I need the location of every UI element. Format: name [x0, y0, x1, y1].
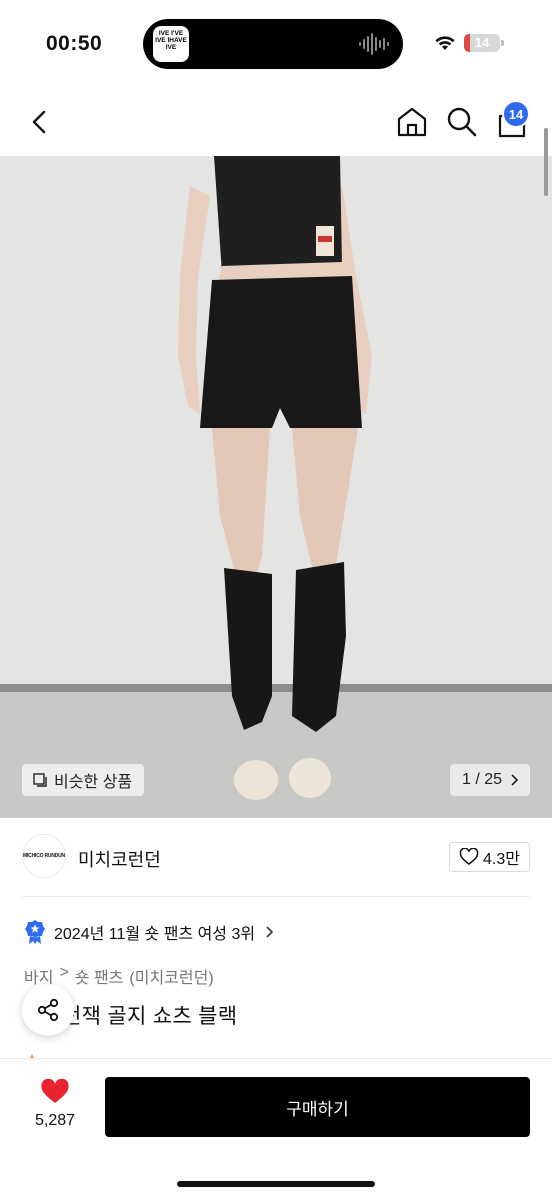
- wishlist-button[interactable]: 5,287: [24, 1078, 86, 1130]
- brand-like-count: 4.3만: [483, 851, 520, 868]
- chevron-right-icon: [266, 926, 274, 938]
- similar-products-label: 비슷한 상품: [54, 774, 133, 791]
- brand-name[interactable]: 미치코런던: [78, 846, 161, 872]
- brand-logo[interactable]: MICHICO RUNDUN: [22, 834, 66, 878]
- search-icon[interactable]: [444, 104, 480, 140]
- dynamic-island: IVE I'VE IVE IHAVE IVE: [143, 19, 403, 69]
- brand-like-button[interactable]: 4.3만: [449, 842, 530, 872]
- product-image[interactable]: [0, 156, 552, 818]
- battery-level: 14: [474, 35, 490, 50]
- battery-cap: [501, 40, 504, 46]
- wishlist-count: 5,287: [34, 1112, 76, 1129]
- heart-outline-icon: [459, 848, 479, 865]
- back-arrow-icon[interactable]: [24, 104, 56, 140]
- scrollbar[interactable]: [544, 128, 548, 196]
- similar-products-icon: [33, 773, 47, 787]
- wifi-icon: [435, 36, 455, 50]
- buy-button[interactable]: 구매하기: [105, 1077, 530, 1137]
- heart-filled-icon: [41, 1078, 69, 1103]
- share-button[interactable]: [22, 984, 74, 1036]
- home-indicator: [177, 1181, 375, 1187]
- image-page-count: 1 / 25: [461, 771, 503, 788]
- status-time: 00:50: [46, 32, 103, 55]
- status-bar: 00:50 IVE I'VE IVE IHAVE IVE 14: [0, 0, 552, 90]
- breadcrumb-subcategory[interactable]: 숏 팬츠: [75, 964, 124, 988]
- home-icon[interactable]: [394, 104, 430, 140]
- audio-waveform-icon: [359, 33, 389, 55]
- share-icon: [37, 998, 59, 1022]
- now-playing-artwork: IVE I'VE IVE IHAVE IVE: [153, 26, 189, 62]
- ranking-badge-icon: [25, 920, 45, 944]
- image-page-indicator[interactable]: 1 / 25: [450, 764, 530, 796]
- status-indicators: 14: [434, 34, 504, 52]
- product-title: 던잭 골지 쇼츠 블랙: [62, 1005, 238, 1028]
- cart-count-badge: 14: [502, 100, 530, 128]
- breadcrumb-separator: >: [59, 964, 69, 981]
- similar-products-button[interactable]: 비슷한 상품: [22, 764, 145, 796]
- chevron-right-icon: [511, 774, 519, 786]
- bottom-action-bar: 5,287 구매하기: [0, 1058, 552, 1200]
- brand-logo-text: MICHICO RUNDUN: [23, 853, 65, 859]
- breadcrumb-brand[interactable]: (미치코런던): [129, 964, 213, 988]
- top-navigation: [0, 90, 552, 156]
- brand-row[interactable]: MICHICO RUNDUN 미치코런던 4.3만: [22, 834, 530, 880]
- section-divider: [22, 896, 530, 897]
- battery-icon: 14: [464, 34, 504, 52]
- product-photo: [0, 156, 552, 818]
- ranking-text: 2024년 11월 숏 팬츠 여성 3위: [54, 926, 256, 943]
- ranking-link[interactable]: 2024년 11월 숏 팬츠 여성 3위: [24, 918, 274, 946]
